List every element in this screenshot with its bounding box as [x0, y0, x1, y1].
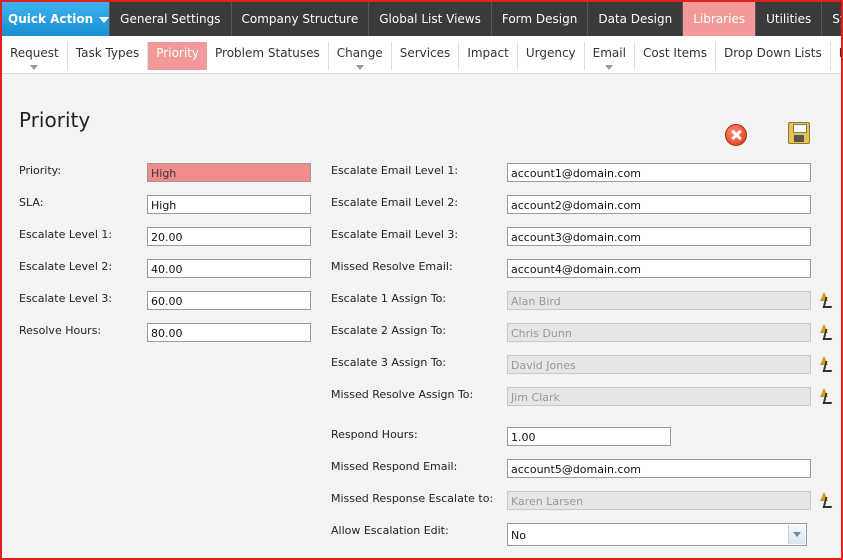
resolve-hours-label: Resolve Hours:: [19, 324, 102, 337]
missed-respond-email-field[interactable]: account5@domain.com: [507, 459, 811, 478]
chevron-down-icon: [605, 65, 614, 70]
chevron-down-icon: [355, 65, 364, 70]
escalate-2-assign-to-label: Escalate 2 Assign To:: [331, 324, 447, 337]
tab-change[interactable]: Change: [329, 42, 392, 70]
escalate-level-2-field[interactable]: 40.00: [147, 259, 311, 278]
missed-resolve-assign-to-label: Missed Resolve Assign To:: [331, 388, 474, 401]
user-picker-icon[interactable]: [818, 491, 832, 507]
allow-escalation-edit-label: Allow Escalation Edit:: [331, 524, 449, 537]
allow-escalation-edit-select[interactable]: No: [507, 523, 807, 546]
tab-brands[interactable]: Brands: [831, 42, 841, 70]
top-nav-data-design[interactable]: Data Design: [587, 2, 682, 36]
sla-field[interactable]: High: [147, 195, 311, 214]
escalate-email-level-2-field[interactable]: account2@domain.com: [507, 195, 811, 214]
tab-urgency[interactable]: Urgency: [518, 42, 585, 70]
respond-hours-field[interactable]: 1.00: [507, 427, 671, 446]
missed-response-escalate-to-label: Missed Response Escalate to:: [331, 492, 494, 505]
escalate-email-level-1-field[interactable]: account1@domain.com: [507, 163, 811, 182]
respond-hours-label: Respond Hours:: [331, 428, 418, 441]
sla-label: SLA:: [19, 196, 44, 209]
missed-resolve-email-label: Missed Resolve Email:: [331, 260, 453, 273]
tab-task-types[interactable]: Task Types: [68, 42, 149, 70]
user-picker-icon[interactable]: [818, 291, 832, 307]
allow-escalation-edit-value: No: [511, 529, 526, 542]
escalate-email-level-3-label: Escalate Email Level 3:: [331, 228, 459, 241]
missed-respond-email-label: Missed Respond Email:: [331, 460, 458, 473]
save-icon[interactable]: [788, 122, 810, 144]
escalate-email-level-2-label: Escalate Email Level 2:: [331, 196, 459, 209]
escalate-level-3-label: Escalate Level 3:: [19, 292, 113, 305]
escalate-level-1-field[interactable]: 20.00: [147, 227, 311, 246]
tab-change-label: Change: [336, 46, 383, 60]
resolve-hours-field[interactable]: 80.00: [147, 323, 311, 342]
escalate-email-level-3-field[interactable]: account3@domain.com: [507, 227, 811, 246]
chevron-down-icon[interactable]: [788, 525, 805, 544]
escalate-level-1-label: Escalate Level 1:: [19, 228, 113, 241]
missed-resolve-assign-to-field: Jim Clark: [507, 387, 811, 406]
escalate-email-level-1-label: Escalate Email Level 1:: [331, 164, 459, 177]
top-nav-libraries[interactable]: Libraries: [682, 2, 756, 36]
top-nav-global-list-views[interactable]: Global List Views: [368, 2, 491, 36]
escalate-3-assign-to-field: David Jones: [507, 355, 811, 374]
top-nav-general-settings[interactable]: General Settings: [109, 2, 230, 36]
escalate-3-assign-to-label: Escalate 3 Assign To:: [331, 356, 447, 369]
chevron-down-icon: [30, 65, 39, 70]
escalate-1-assign-to-field: Alan Bird: [507, 291, 811, 310]
user-picker-icon[interactable]: [818, 387, 832, 403]
page-title: Priority: [19, 108, 91, 132]
tab-email-label: Email: [592, 46, 626, 60]
tab-priority[interactable]: Priority: [148, 42, 207, 70]
top-nav: Quick Action General Settings Company St…: [2, 2, 841, 36]
escalate-1-assign-to-label: Escalate 1 Assign To:: [331, 292, 447, 305]
tab-services[interactable]: Services: [392, 42, 460, 70]
cancel-icon[interactable]: [725, 124, 747, 146]
escalate-level-3-field[interactable]: 60.00: [147, 291, 311, 310]
tab-impact[interactable]: Impact: [459, 42, 518, 70]
user-picker-icon[interactable]: [818, 323, 832, 339]
priority-label: Priority:: [19, 164, 62, 177]
user-picker-icon[interactable]: [818, 355, 832, 371]
missed-response-escalate-to-field: Karen Larsen: [507, 491, 811, 510]
tab-drop-down-lists[interactable]: Drop Down Lists: [716, 42, 831, 70]
tab-cost-items[interactable]: Cost Items: [635, 42, 716, 70]
tab-problem-statuses[interactable]: Problem Statuses: [207, 42, 329, 70]
escalate-level-2-label: Escalate Level 2:: [19, 260, 113, 273]
app-window: Quick Action General Settings Company St…: [0, 0, 843, 560]
top-nav-system-settings[interactable]: System Set: [821, 2, 841, 36]
top-nav-form-design[interactable]: Form Design: [490, 2, 587, 36]
top-nav-company-structure[interactable]: Company Structure: [230, 2, 369, 36]
sub-nav: Request Task Types Priority Problem Stat…: [2, 36, 841, 74]
quick-action-button[interactable]: Quick Action: [2, 2, 110, 36]
priority-field[interactable]: High: [147, 163, 311, 182]
tab-request[interactable]: Request: [2, 42, 68, 70]
escalate-2-assign-to-field: Chris Dunn: [507, 323, 811, 342]
quick-action-label: Quick Action: [8, 12, 94, 26]
chevron-down-icon: [99, 17, 110, 23]
top-nav-utilities[interactable]: Utilities: [755, 2, 821, 36]
tab-request-label: Request: [10, 46, 59, 60]
tab-email[interactable]: Email: [585, 42, 635, 70]
missed-resolve-email-field[interactable]: account4@domain.com: [507, 259, 811, 278]
